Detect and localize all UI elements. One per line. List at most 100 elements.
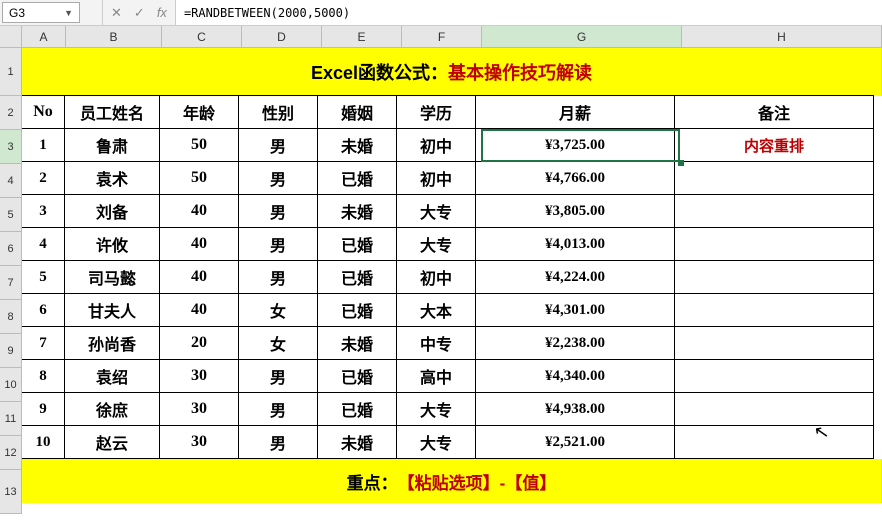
row-header-9[interactable]: 9: [0, 334, 22, 368]
cell-marriage[interactable]: 未婚: [317, 194, 397, 228]
footer-merged-cell[interactable]: 重点：【粘贴选项】-【值】: [22, 459, 882, 503]
header-no[interactable]: No: [21, 95, 65, 129]
row-header-11[interactable]: 11: [0, 402, 22, 436]
cell-gender[interactable]: 男: [238, 425, 318, 459]
cell-remark[interactable]: 内容重排: [674, 128, 874, 162]
cell-education[interactable]: 大本: [396, 293, 476, 327]
row-header-4[interactable]: 4: [0, 164, 22, 198]
cell-education[interactable]: 初中: [396, 128, 476, 162]
header-remark[interactable]: 备注: [674, 95, 874, 129]
cell-marriage[interactable]: 已婚: [317, 359, 397, 393]
confirm-icon[interactable]: ✓: [134, 5, 145, 21]
cell-salary[interactable]: ¥4,766.00: [475, 161, 675, 195]
formula-input[interactable]: =RANDBETWEEN(2000,5000): [176, 0, 882, 25]
cell-gender[interactable]: 女: [238, 293, 318, 327]
cell-salary[interactable]: ¥4,224.00: [475, 260, 675, 294]
cell-education[interactable]: 大专: [396, 227, 476, 261]
cell-age[interactable]: 30: [159, 392, 239, 426]
cell-age[interactable]: 40: [159, 260, 239, 294]
row-header-12[interactable]: 12: [0, 436, 22, 470]
cell-name[interactable]: 徐庶: [64, 392, 160, 426]
cell-marriage[interactable]: 已婚: [317, 392, 397, 426]
cell-name[interactable]: 刘备: [64, 194, 160, 228]
cell-education[interactable]: 初中: [396, 161, 476, 195]
cell-education[interactable]: 大专: [396, 425, 476, 459]
cell-marriage[interactable]: 已婚: [317, 260, 397, 294]
cell-no[interactable]: 8: [21, 359, 65, 393]
row-header-3[interactable]: 3: [0, 130, 22, 164]
column-header-F[interactable]: F: [402, 26, 482, 48]
header-age[interactable]: 年龄: [159, 95, 239, 129]
cell-no[interactable]: 2: [21, 161, 65, 195]
row-header-13[interactable]: 13: [0, 470, 22, 514]
cell-remark[interactable]: [674, 425, 874, 459]
cell-remark[interactable]: [674, 194, 874, 228]
row-header-6[interactable]: 6: [0, 232, 22, 266]
row-header-2[interactable]: 2: [0, 96, 22, 130]
cell-remark[interactable]: [674, 359, 874, 393]
cell-salary[interactable]: ¥2,521.00: [475, 425, 675, 459]
cell-no[interactable]: 6: [21, 293, 65, 327]
cancel-icon[interactable]: ✕: [111, 5, 122, 21]
cell-marriage[interactable]: 未婚: [317, 326, 397, 360]
cell-age[interactable]: 50: [159, 161, 239, 195]
cell-no[interactable]: 7: [21, 326, 65, 360]
cell-gender[interactable]: 男: [238, 260, 318, 294]
cell-name[interactable]: 司马懿: [64, 260, 160, 294]
row-header-8[interactable]: 8: [0, 300, 22, 334]
fx-icon[interactable]: fx: [157, 5, 167, 20]
cell-gender[interactable]: 男: [238, 392, 318, 426]
name-box[interactable]: G3 ▼: [2, 2, 80, 23]
column-header-H[interactable]: H: [682, 26, 882, 48]
cell-salary[interactable]: ¥3,805.00: [475, 194, 675, 228]
cell-gender[interactable]: 女: [238, 326, 318, 360]
cell-marriage[interactable]: 未婚: [317, 425, 397, 459]
cell-education[interactable]: 中专: [396, 326, 476, 360]
dropdown-icon[interactable]: ▼: [64, 8, 73, 18]
cell-name[interactable]: 袁术: [64, 161, 160, 195]
cell-salary[interactable]: ¥4,938.00: [475, 392, 675, 426]
cell-remark[interactable]: [674, 161, 874, 195]
cell-age[interactable]: 30: [159, 425, 239, 459]
cell-marriage[interactable]: 未婚: [317, 128, 397, 162]
cell-education[interactable]: 初中: [396, 260, 476, 294]
cell-education[interactable]: 大专: [396, 392, 476, 426]
cell-no[interactable]: 3: [21, 194, 65, 228]
cell-gender[interactable]: 男: [238, 161, 318, 195]
column-header-A[interactable]: A: [22, 26, 66, 48]
cell-remark[interactable]: [674, 326, 874, 360]
cell-gender[interactable]: 男: [238, 359, 318, 393]
cell-age[interactable]: 40: [159, 293, 239, 327]
cell-no[interactable]: 1: [21, 128, 65, 162]
cell-name[interactable]: 袁绍: [64, 359, 160, 393]
cell-remark[interactable]: [674, 392, 874, 426]
cell-gender[interactable]: 男: [238, 194, 318, 228]
cell-name[interactable]: 孙尚香: [64, 326, 160, 360]
column-header-B[interactable]: B: [66, 26, 162, 48]
cell-name[interactable]: 鲁肃: [64, 128, 160, 162]
row-header-7[interactable]: 7: [0, 266, 22, 300]
cell-age[interactable]: 30: [159, 359, 239, 393]
cell-no[interactable]: 4: [21, 227, 65, 261]
cell-age[interactable]: 40: [159, 227, 239, 261]
cell-remark[interactable]: [674, 260, 874, 294]
cell-marriage[interactable]: 已婚: [317, 293, 397, 327]
header-salary[interactable]: 月薪: [475, 95, 675, 129]
title-merged-cell[interactable]: Excel函数公式：基本操作技巧解读: [22, 48, 882, 96]
spreadsheet-grid[interactable]: ABCDEFGH 12345678910111213 Excel函数公式：基本操…: [0, 26, 882, 527]
fill-handle[interactable]: [678, 160, 684, 166]
select-all-corner[interactable]: [0, 26, 22, 48]
cell-salary[interactable]: ¥3,725.00: [475, 128, 675, 162]
cell-no[interactable]: 5: [21, 260, 65, 294]
header-education[interactable]: 学历: [396, 95, 476, 129]
cell-no[interactable]: 10: [21, 425, 65, 459]
header-gender[interactable]: 性别: [238, 95, 318, 129]
cell-salary[interactable]: ¥4,013.00: [475, 227, 675, 261]
row-header-1[interactable]: 1: [0, 48, 22, 96]
cell-name[interactable]: 甘夫人: [64, 293, 160, 327]
cell-gender[interactable]: 男: [238, 227, 318, 261]
row-header-10[interactable]: 10: [0, 368, 22, 402]
cell-salary[interactable]: ¥4,301.00: [475, 293, 675, 327]
cell-remark[interactable]: [674, 227, 874, 261]
cell-marriage[interactable]: 已婚: [317, 161, 397, 195]
